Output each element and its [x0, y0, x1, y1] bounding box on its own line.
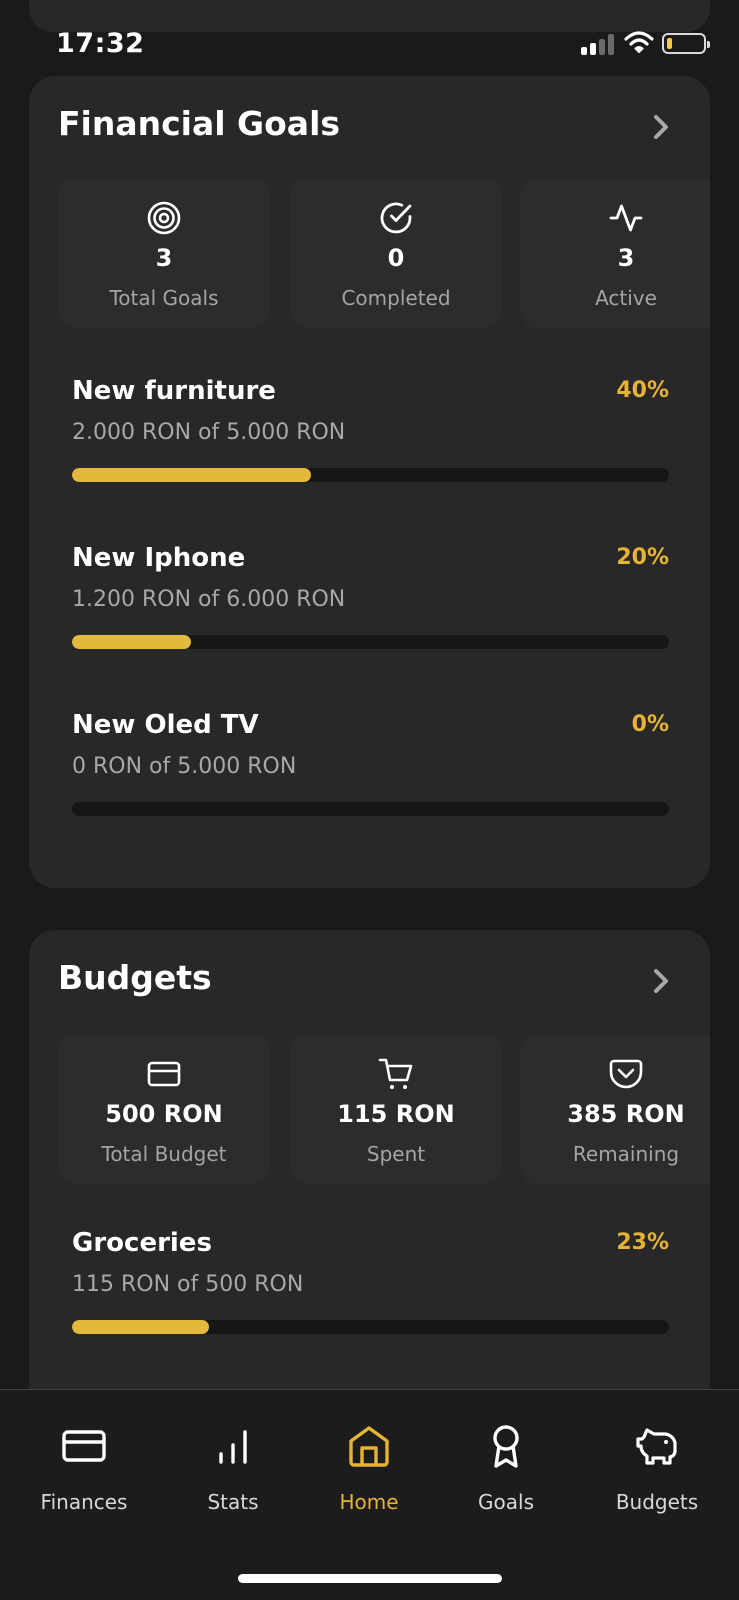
budgets-card: Budgets 500 RON Total Budget 115 RON Spe… — [29, 930, 710, 1390]
progress-track — [72, 635, 669, 649]
nav-label: Home — [339, 1490, 399, 1514]
award-icon — [493, 1425, 519, 1468]
battery-icon — [662, 33, 710, 54]
activity-icon — [609, 204, 643, 232]
goal-name: New furniture — [72, 376, 276, 406]
stat-total-goals: 3 Total Goals — [58, 178, 270, 328]
budget-item-groceries[interactable]: Groceries 23% 115 RON of 500 RON — [72, 1228, 669, 1348]
stat-label: Total Budget — [101, 1142, 227, 1166]
stat-value: 0 — [387, 244, 405, 272]
budget-name: Groceries — [72, 1228, 212, 1258]
wifi-icon — [624, 31, 654, 53]
budgets-stats-row: 500 RON Total Budget 115 RON Spent 385 R… — [58, 1034, 710, 1184]
budget-percent: 23% — [616, 1230, 669, 1255]
nav-item-goals[interactable]: Goals — [436, 1420, 576, 1530]
home-indicator — [238, 1574, 502, 1583]
stat-remaining: 385 RON Remaining — [520, 1034, 710, 1184]
credit-card-icon — [147, 1061, 181, 1087]
stat-label: Total Goals — [109, 286, 219, 310]
check-circle-icon — [380, 202, 412, 234]
goal-percent: 0% — [631, 712, 669, 737]
bottom-nav: Finances Stats Home Goals Budgets — [0, 1389, 739, 1600]
stat-completed: 0 Completed — [290, 178, 502, 328]
stat-spent: 115 RON Spent — [290, 1034, 502, 1184]
stat-label: Spent — [366, 1142, 426, 1166]
stat-label: Remaining — [572, 1142, 680, 1166]
stat-value: 115 RON — [337, 1100, 455, 1128]
nav-label: Finances — [40, 1490, 128, 1514]
signal-icon — [581, 33, 617, 55]
nav-item-budgets[interactable]: Budgets — [587, 1420, 727, 1530]
progress-track — [72, 468, 669, 482]
chevron-right-icon[interactable] — [650, 114, 672, 140]
progress-track — [72, 1320, 669, 1334]
budgets-title: Budgets — [58, 958, 212, 997]
stat-value: 500 RON — [105, 1100, 223, 1128]
stat-value: 385 RON — [567, 1100, 685, 1128]
target-icon — [147, 201, 181, 235]
goals-stats-row: 3 Total Goals 0 Completed 3 Active — [58, 178, 710, 328]
stat-value: 3 — [155, 244, 173, 272]
nav-item-finances[interactable]: Finances — [14, 1420, 154, 1530]
goal-name: New Oled TV — [72, 710, 259, 740]
nav-label: Goals — [478, 1490, 534, 1514]
financial-goals-card: Financial Goals 3 Total Goals 0 Complete… — [29, 76, 710, 888]
progress-fill — [72, 1320, 210, 1334]
status-time: 17:32 — [56, 28, 145, 59]
bar-chart-icon — [219, 1430, 247, 1464]
stat-label: Active — [595, 286, 657, 310]
stat-value: 3 — [617, 244, 635, 272]
goal-amount: 2.000 RON of 5.000 RON — [72, 420, 346, 445]
goal-name: New Iphone — [72, 543, 246, 573]
goal-percent: 20% — [616, 545, 669, 570]
shopping-cart-icon — [378, 1058, 413, 1089]
home-icon — [349, 1426, 389, 1467]
progress-track — [72, 802, 669, 816]
nav-label: Budgets — [615, 1490, 699, 1514]
goal-item-new-furniture[interactable]: New furniture 40% 2.000 RON of 5.000 RON — [72, 376, 669, 496]
goal-amount: 0 RON of 5.000 RON — [72, 754, 297, 779]
stat-active: 3 Active — [520, 178, 710, 328]
nav-item-home[interactable]: Home — [299, 1420, 439, 1530]
budget-amount: 115 RON of 500 RON — [72, 1272, 304, 1297]
nav-item-stats[interactable]: Stats — [163, 1420, 303, 1530]
stat-total-budget: 500 RON Total Budget — [58, 1034, 270, 1184]
credit-card-icon — [62, 1430, 106, 1462]
goal-percent: 40% — [616, 378, 669, 403]
nav-label: Stats — [207, 1490, 259, 1514]
chevron-right-icon[interactable] — [650, 968, 672, 994]
goal-item-new-iphone[interactable]: New Iphone 20% 1.200 RON of 6.000 RON — [72, 543, 669, 663]
financial-goals-title: Financial Goals — [58, 104, 341, 143]
stat-label: Completed — [341, 286, 451, 310]
goal-amount: 1.200 RON of 6.000 RON — [72, 587, 346, 612]
progress-fill — [72, 468, 311, 482]
progress-fill — [72, 635, 192, 649]
status-bar: 17:32 — [0, 24, 739, 64]
goal-item-new-oled-tv[interactable]: New Oled TV 0% 0 RON of 5.000 RON — [72, 710, 669, 830]
piggy-bank-icon — [636, 1428, 677, 1465]
pocket-icon — [609, 1059, 643, 1089]
